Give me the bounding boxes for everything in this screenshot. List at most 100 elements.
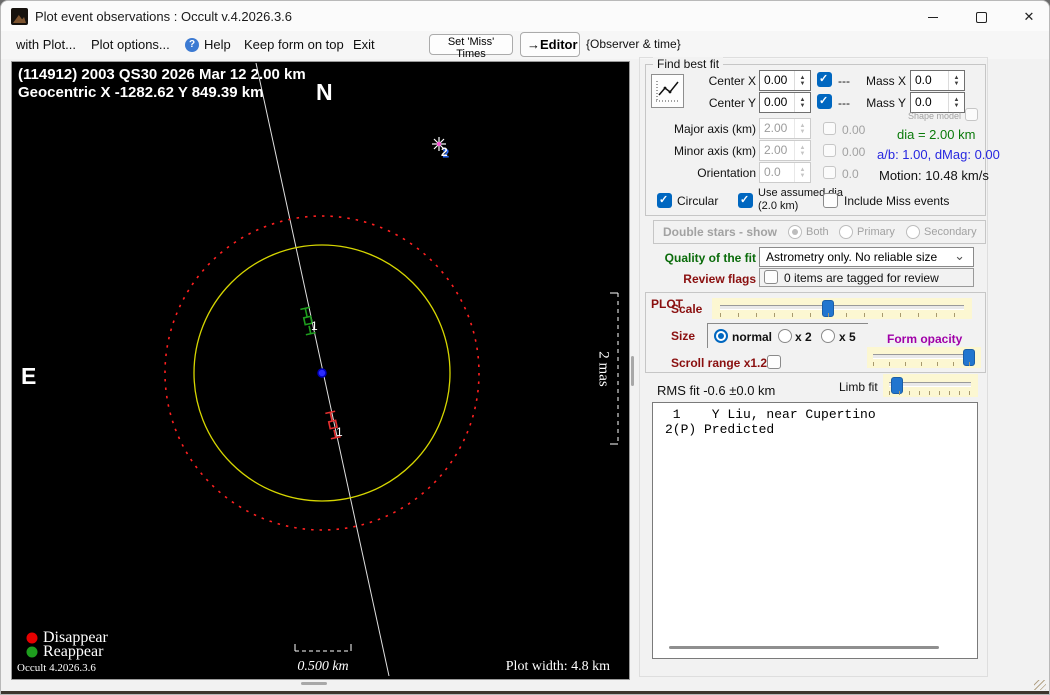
quality-dropdown[interactable]: Astrometry only. No reliable size xyxy=(759,247,974,267)
km-scale-bracket xyxy=(294,644,352,652)
mass-y-label: Mass Y xyxy=(866,96,906,110)
chart-icon xyxy=(656,81,679,102)
version-label: Occult 4.2026.3.6 xyxy=(17,662,96,674)
scroll-range-label: Scroll range x1.25 xyxy=(671,356,774,370)
scale-slider[interactable] xyxy=(712,298,972,319)
scale-label: Scale xyxy=(671,302,703,316)
plot-canvas xyxy=(26,63,619,676)
north-label: N xyxy=(316,79,333,105)
menu-exit[interactable]: Exit xyxy=(353,37,375,52)
menu-plot-options[interactable]: Plot options... xyxy=(91,37,170,52)
reappear-legend-dot xyxy=(26,646,38,658)
chord-number-disappear: 1 xyxy=(336,425,343,439)
spinner-arrows-icon[interactable] xyxy=(794,71,810,90)
plot-horizontal-scrollbar[interactable] xyxy=(301,682,327,685)
fit-chart-button[interactable] xyxy=(651,74,684,108)
size-x2-label: x 2 xyxy=(795,330,812,344)
form-opacity-slider[interactable] xyxy=(867,347,981,368)
plot-panel-label: PLOT xyxy=(651,297,683,311)
menu-with-plot[interactable]: with Plot... xyxy=(16,37,76,52)
center-dot xyxy=(317,368,327,378)
occultation-plot[interactable]: (114912) 2003 QS30 2026 Mar 12 2.00 km G… xyxy=(13,63,626,676)
plot-width-label: Plot width: 4.8 km xyxy=(505,659,610,674)
east-label: E xyxy=(21,363,37,389)
orientation-spinner: 0.0 xyxy=(759,162,811,183)
set-miss-times-button[interactable]: Set 'Miss' Times xyxy=(429,34,513,60)
center-x-spinner[interactable]: 0.00 xyxy=(759,70,811,91)
mass-x-spinner[interactable]: 0.0 xyxy=(910,70,965,91)
circular-checkbox[interactable] xyxy=(657,193,672,208)
minimize-button[interactable] xyxy=(913,5,953,29)
minor-axis-label: Minor axis (km) xyxy=(673,144,756,158)
observations-listbox[interactable]: 1 Y Liu, near Cupertino 2(P) Predicted xyxy=(652,402,978,659)
limb-fit-label: Limb fit xyxy=(839,380,878,394)
size-radio-x2[interactable] xyxy=(778,329,792,343)
app-icon xyxy=(11,8,28,25)
observer-time-label: {Observer & time} xyxy=(586,37,681,51)
include-miss-checkbox[interactable] xyxy=(823,193,838,208)
center-y-checkbox[interactable] xyxy=(817,94,832,109)
center-y-dash: --- xyxy=(838,96,850,110)
size-group-border xyxy=(707,323,868,324)
listbox-horizontal-scrollbar[interactable] xyxy=(669,646,939,649)
spinner-arrows-icon xyxy=(794,119,810,138)
maximize-button[interactable] xyxy=(961,5,1001,29)
dia-text: dia = 2.00 km xyxy=(897,127,976,142)
orientation-label: Orientation xyxy=(697,166,756,180)
km-scale-label: 0.500 km xyxy=(297,659,349,674)
plot-frame: (114912) 2003 QS30 2026 Mar 12 2.00 km G… xyxy=(11,61,630,680)
close-button[interactable] xyxy=(1009,5,1049,29)
size-radio-x5[interactable] xyxy=(821,329,835,343)
review-flags-checkbox[interactable] xyxy=(764,270,778,284)
double-stars-secondary-label: Secondary xyxy=(924,226,977,238)
app-window: Plot event observations : Occult v.4.202… xyxy=(0,0,1050,695)
quality-of-fit-label: Quality of the fit xyxy=(664,251,756,265)
scroll-range-checkbox[interactable] xyxy=(767,355,781,369)
resize-grip[interactable] xyxy=(1034,680,1046,690)
mass-y-spinner[interactable]: 0.0 xyxy=(910,92,965,113)
mass-x-label: Mass X xyxy=(865,74,906,88)
review-flags-label: Review flags xyxy=(683,272,756,286)
size-normal-label: normal xyxy=(732,330,773,344)
center-y-spinner[interactable]: 0.00 xyxy=(759,92,811,113)
size-x5-label: x 5 xyxy=(839,330,856,344)
star-number-label: 2 xyxy=(441,145,448,159)
plot-title-line2: Geocentric X -1282.62 Y 849.39 km xyxy=(18,84,264,101)
spinner-arrows-icon xyxy=(794,163,810,182)
observation-row[interactable]: 1 Y Liu, near Cupertino xyxy=(665,407,876,422)
review-flags-text: 0 items are tagged for review xyxy=(784,271,939,285)
size-radio-normal[interactable] xyxy=(714,329,728,343)
limb-fit-slider[interactable] xyxy=(883,374,978,397)
center-x-checkbox[interactable] xyxy=(817,72,832,87)
window-bottom-edge xyxy=(1,691,1049,694)
minimize-icon xyxy=(928,16,938,18)
double-stars-radio-secondary xyxy=(906,225,920,239)
double-stars-both-label: Both xyxy=(806,226,829,238)
minor-axis-fit-checkbox xyxy=(823,144,836,157)
major-axis-label: Major axis (km) xyxy=(673,122,756,136)
double-stars-primary-label: Primary xyxy=(857,226,895,238)
circular-label: Circular xyxy=(677,194,719,208)
plot-vertical-scrollbar[interactable] xyxy=(631,356,634,386)
spinner-arrows-icon[interactable] xyxy=(794,93,810,112)
size-group-border xyxy=(707,323,708,348)
window-title: Plot event observations : Occult v.4.202… xyxy=(35,9,293,24)
help-icon[interactable] xyxy=(185,38,199,52)
form-opacity-label: Form opacity xyxy=(887,332,963,346)
menu-help[interactable]: Help xyxy=(204,37,231,52)
menu-keep-form-on-top[interactable]: Keep form on top xyxy=(244,37,344,52)
editor-button[interactable]: →Editor xyxy=(520,32,580,57)
close-icon xyxy=(1024,8,1035,26)
use-assumed-checkbox[interactable] xyxy=(738,193,753,208)
plot-title-line1: (114912) 2003 QS30 2026 Mar 12 2.00 km xyxy=(18,66,306,83)
legend-reappear-label: Reappear xyxy=(43,643,104,660)
chord-number-reappear: 1 xyxy=(311,319,318,333)
spinner-arrows-icon[interactable] xyxy=(948,71,964,90)
find-best-fit-label: Find best fit xyxy=(653,57,724,71)
center-x-label: Center X xyxy=(708,74,756,88)
double-stars-label: Double stars - show xyxy=(663,225,778,239)
disappear-legend-dot xyxy=(26,632,38,644)
observation-row[interactable]: 2(P) Predicted xyxy=(665,422,774,437)
spinner-arrows-icon[interactable] xyxy=(948,93,964,112)
motion-text: Motion: 10.48 km/s xyxy=(879,168,989,183)
